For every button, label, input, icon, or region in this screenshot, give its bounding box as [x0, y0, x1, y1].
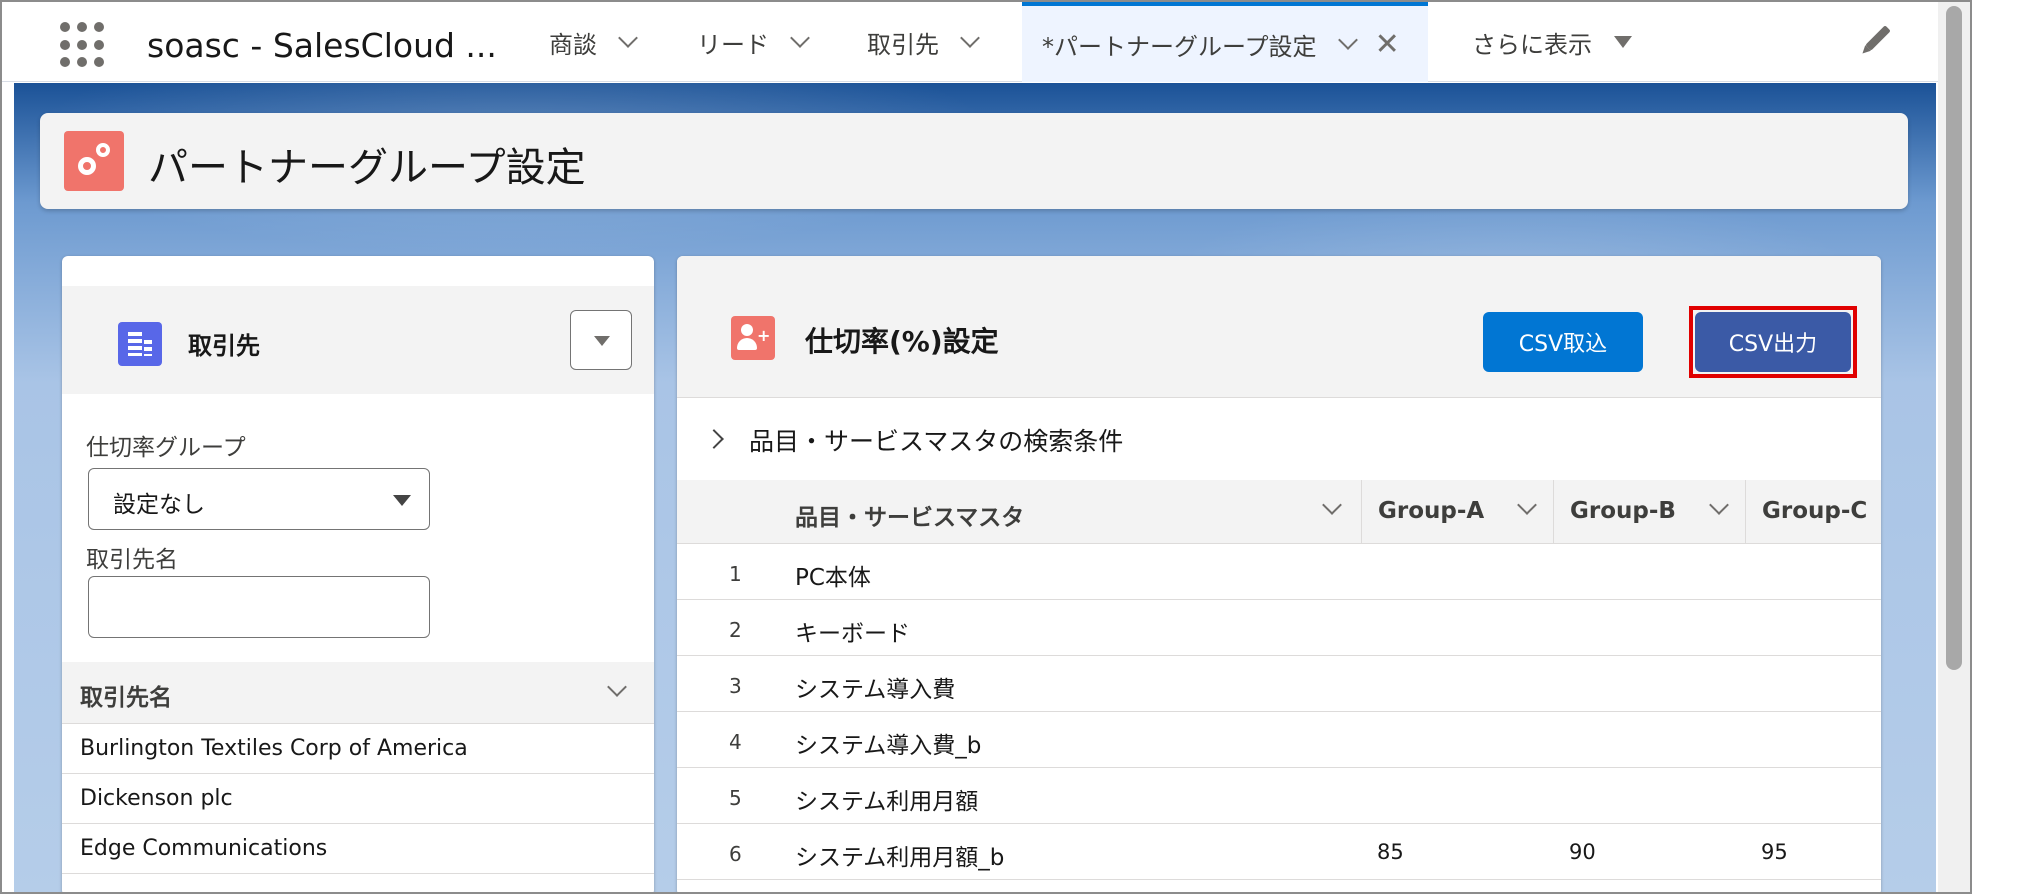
rate-settings-panel: + 仕切率(%)設定 CSV取込 CSV出力 品目・サービスマスタの検索条件 品… — [677, 256, 1881, 892]
chevron-down-icon[interactable] — [618, 28, 638, 48]
column-header-label: 取引先名 — [80, 685, 172, 711]
app-name: soasc - SalesCloud ... — [147, 26, 497, 65]
account-name: Dickenson plc — [80, 786, 233, 811]
rate-group-select[interactable]: 設定なし — [88, 468, 430, 530]
list-item[interactable]: Burlington Textiles Corp of America — [62, 724, 654, 774]
column-header-group-a[interactable]: Group-A — [1361, 480, 1553, 544]
page-title: パートナーグループ設定 — [148, 145, 586, 191]
search-criteria-toggle[interactable]: 品目・サービスマスタの検索条件 — [677, 398, 1881, 480]
page-header: パートナーグループ設定 — [40, 113, 1908, 209]
waffle-icon[interactable] — [60, 22, 106, 68]
caret-down-icon — [393, 495, 411, 506]
scrollbar-thumb[interactable] — [1946, 6, 1962, 670]
tab-opportunities[interactable]: 商談 — [549, 2, 638, 82]
column-header-product[interactable]: 品目・サービスマスタ — [677, 480, 1361, 544]
tab-partner-group-settings[interactable]: *パートナーグループ設定 ✕ — [1022, 2, 1428, 82]
list-item[interactable]: Edge Communications — [62, 824, 654, 874]
chevron-down-icon[interactable] — [790, 28, 810, 48]
chevron-down-icon[interactable] — [1517, 495, 1537, 515]
csv-import-button[interactable]: CSV取込 — [1483, 312, 1643, 372]
column-header-label: Group-C — [1762, 498, 1868, 524]
chevron-down-icon[interactable] — [1322, 495, 1342, 515]
row-number: 5 — [729, 786, 742, 810]
table-row[interactable]: 6 システム利用月額_b 85 90 95 — [677, 824, 1881, 880]
vertical-scrollbar[interactable] — [1938, 2, 1970, 892]
settings-gear-icon — [64, 131, 124, 191]
group-c-rate[interactable]: 95 — [1761, 840, 1788, 864]
caret-down-icon — [1614, 36, 1632, 48]
column-header-group-b[interactable]: Group-B — [1553, 480, 1745, 544]
tab-label: *パートナーグループ設定 — [1042, 32, 1317, 61]
column-header-label: Group-A — [1378, 498, 1485, 524]
row-number: 3 — [729, 674, 742, 698]
account-name-input[interactable] — [88, 576, 430, 638]
row-number: 2 — [729, 618, 742, 642]
column-header-group-c[interactable]: Group-C — [1745, 480, 1881, 544]
panel-title: 取引先 — [188, 332, 260, 360]
account-name: Burlington Textiles Corp of America — [80, 736, 468, 761]
grid-header: 品目・サービスマスタ Group-A Group-B Group-C — [677, 480, 1881, 544]
panel-header: + 仕切率(%)設定 CSV取込 CSV出力 — [677, 256, 1881, 398]
account-list-header[interactable]: 取引先名 — [62, 662, 654, 724]
rate-group-label: 仕切率グループ — [86, 435, 246, 461]
table-row[interactable]: 3 システム導入費 — [677, 656, 1881, 712]
row-number: 4 — [729, 730, 742, 754]
close-icon[interactable]: ✕ — [1375, 27, 1400, 62]
column-header-label: 品目・サービスマスタ — [795, 505, 1025, 531]
csv-export-button[interactable]: CSV出力 — [1695, 312, 1851, 372]
product-name: システム導入費_b — [795, 733, 982, 759]
chevron-down-icon[interactable] — [1709, 495, 1729, 515]
table-row[interactable]: 1 PC本体 — [677, 544, 1881, 600]
account-building-icon — [118, 322, 162, 366]
tab-more[interactable]: さらに表示 — [1472, 2, 1632, 82]
pencil-icon[interactable] — [1865, 25, 1891, 51]
table-row[interactable]: 5 システム利用月額 — [677, 768, 1881, 824]
row-number: 1 — [729, 562, 742, 586]
chevron-right-icon[interactable] — [704, 429, 724, 449]
user-rate-icon: + — [731, 316, 775, 360]
app-window: soasc - SalesCloud ... 商談 リード 取引先 *パートナー… — [0, 0, 1972, 894]
column-header-label: Group-B — [1570, 498, 1676, 524]
product-name: PC本体 — [795, 565, 871, 591]
chevron-down-icon[interactable] — [607, 677, 627, 697]
group-b-rate[interactable]: 90 — [1569, 840, 1596, 864]
chevron-down-icon[interactable] — [1337, 30, 1358, 50]
group-a-rate[interactable]: 85 — [1377, 840, 1404, 864]
tab-label: 商談 — [549, 30, 597, 59]
tab-accounts[interactable]: 取引先 — [867, 2, 980, 82]
rate-group-value: 設定なし — [113, 492, 205, 518]
table-row[interactable]: 4 システム導入費_b — [677, 712, 1881, 768]
product-name: キーボード — [795, 621, 910, 647]
list-item[interactable]: Dickenson plc — [62, 774, 654, 824]
account-name: Edge Communications — [80, 836, 328, 861]
product-name: システム導入費 — [795, 677, 956, 703]
table-row[interactable]: 2 キーボード — [677, 600, 1881, 656]
account-name-label: 取引先名 — [86, 547, 178, 573]
chevron-down-icon[interactable] — [960, 28, 980, 48]
row-number: 6 — [729, 842, 742, 866]
panel-menu-button[interactable] — [570, 310, 632, 370]
account-filter-panel: 取引先 仕切率グループ 設定なし 取引先名 取引先名 Burlington Te… — [62, 256, 654, 892]
panel-title: 仕切率(%)設定 — [805, 325, 999, 358]
tab-label: 取引先 — [867, 30, 939, 59]
tab-label: さらに表示 — [1472, 30, 1592, 59]
panel-header: 取引先 — [62, 286, 654, 394]
global-nav: soasc - SalesCloud ... 商談 リード 取引先 *パートナー… — [2, 2, 1938, 82]
product-name: システム利用月額 — [795, 789, 979, 815]
tab-label: リード — [697, 30, 769, 59]
search-criteria-label: 品目・サービスマスタの検索条件 — [749, 427, 1124, 456]
tab-leads[interactable]: リード — [697, 2, 810, 82]
product-name: システム利用月額_b — [795, 845, 1005, 871]
